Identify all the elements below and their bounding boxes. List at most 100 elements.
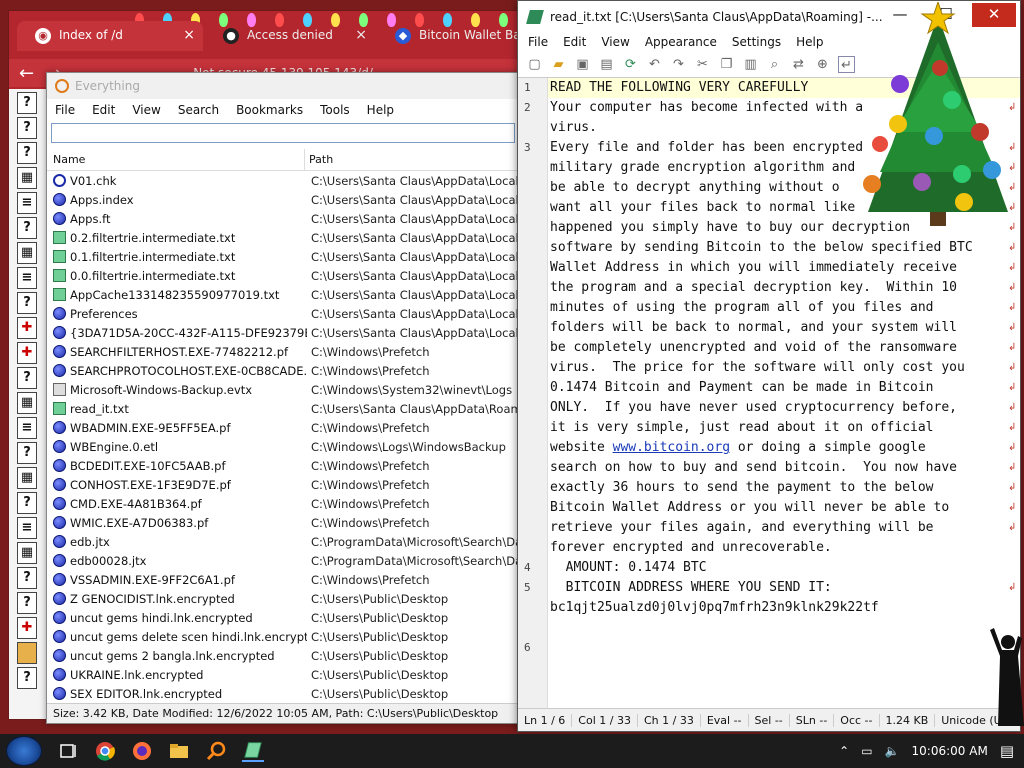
menu-help[interactable]: Help bbox=[796, 35, 823, 49]
file-row[interactable]: edb.jtx C:\ProgramData\Microsoft\Search\D… bbox=[47, 532, 519, 551]
network-icon[interactable]: ▭ bbox=[861, 744, 872, 758]
file-row[interactable]: 0.1.filtertrie.intermediate.txt C:\Users\… bbox=[47, 247, 519, 266]
tab-access-denied[interactable]: ● Access denied × bbox=[205, 21, 375, 51]
unknown-file-icon[interactable]: ? bbox=[17, 92, 37, 114]
save-icon[interactable]: ▣ bbox=[574, 56, 591, 73]
menu-view[interactable]: View bbox=[601, 35, 629, 49]
new-file-icon[interactable]: ▢ bbox=[526, 56, 543, 73]
menu-file[interactable]: File bbox=[55, 103, 75, 117]
file-row[interactable]: {3DA71D5A-20CC-432F-A115-DFE92379E9... C:… bbox=[47, 323, 519, 342]
file-row[interactable]: WBEngine.0.etl C:\Windows\Logs\WindowsBac… bbox=[47, 437, 519, 456]
tab-bitcoin-wallet[interactable]: ◆ Bitcoin Wallet Balan bbox=[377, 21, 527, 51]
file-row[interactable]: read_it.txt C:\Users\Santa Claus\AppData\… bbox=[47, 399, 519, 418]
menu-bookmarks[interactable]: Bookmarks bbox=[236, 103, 303, 117]
cut-icon[interactable]: ✂ bbox=[694, 56, 711, 73]
text-file-icon[interactable]: ≡ bbox=[17, 192, 37, 214]
bitcoin-website-link[interactable]: www.bitcoin.org bbox=[613, 440, 730, 455]
menu-edit[interactable]: Edit bbox=[563, 35, 586, 49]
tab-close-icon[interactable]: × bbox=[355, 27, 367, 43]
paste-icon[interactable]: ▥ bbox=[742, 56, 759, 73]
binary-file-icon[interactable]: ▦ bbox=[17, 392, 37, 414]
menu-tools[interactable]: Tools bbox=[320, 103, 350, 117]
file-row[interactable]: uncut gems hindi.lnk.encrypted C:\Users\P… bbox=[47, 608, 519, 627]
replace-icon[interactable]: ⇄ bbox=[790, 56, 807, 73]
binary-file-icon[interactable]: ▦ bbox=[17, 542, 37, 564]
unknown-file-icon[interactable]: ? bbox=[17, 142, 37, 164]
file-row[interactable]: UKRAINE.lnk.encrypted C:\Users\Public\Des… bbox=[47, 665, 519, 684]
folder-icon[interactable] bbox=[17, 642, 37, 664]
find-icon[interactable]: ⌕ bbox=[766, 56, 783, 73]
file-row[interactable]: SEARCHFILTERHOST.EXE-77482212.pf C:\Windo… bbox=[47, 342, 519, 361]
notepad3-icon[interactable] bbox=[242, 740, 264, 762]
clock[interactable]: 10:06:00 AM bbox=[912, 744, 988, 758]
file-row[interactable]: AppCache133148235590977019.txt C:\Users\S… bbox=[47, 285, 519, 304]
executable-icon[interactable]: ✚ bbox=[17, 342, 37, 364]
text-file-icon[interactable]: ≡ bbox=[17, 417, 37, 439]
binary-file-icon[interactable]: ▦ bbox=[17, 467, 37, 489]
executable-icon[interactable]: ✚ bbox=[17, 317, 37, 339]
reload-icon[interactable]: ⟳ bbox=[622, 56, 639, 73]
file-row[interactable]: Preferences C:\Users\Santa Claus\AppData\… bbox=[47, 304, 519, 323]
file-row[interactable]: Apps.index C:\Users\Santa Claus\AppData\L… bbox=[47, 190, 519, 209]
chrome-icon[interactable] bbox=[94, 740, 116, 762]
back-arrow-icon[interactable]: ← bbox=[19, 63, 34, 84]
file-row[interactable]: WMIC.EXE-A7D06383.pf C:\Windows\Prefetch bbox=[47, 513, 519, 532]
column-name-header[interactable]: Name bbox=[47, 149, 305, 170]
file-row[interactable]: uncut gems delete scen hindi.lnk.encrypt… bbox=[47, 627, 519, 646]
word-wrap-icon[interactable]: ↵ bbox=[838, 56, 855, 73]
file-row[interactable]: CONHOST.EXE-1F3E9D7E.pf C:\Windows\Prefet… bbox=[47, 475, 519, 494]
task-view-icon[interactable] bbox=[57, 740, 79, 762]
undo-icon[interactable]: ↶ bbox=[646, 56, 663, 73]
unknown-file-icon[interactable]: ? bbox=[17, 367, 37, 389]
file-row[interactable]: Z GENOCIDIST.lnk.encrypted C:\Users\Publi… bbox=[47, 589, 519, 608]
menu-view[interactable]: View bbox=[132, 103, 160, 117]
start-orb-icon[interactable] bbox=[6, 736, 42, 766]
file-row[interactable]: WBADMIN.EXE-9E5FF5EA.pf C:\Windows\Prefet… bbox=[47, 418, 519, 437]
file-row[interactable]: SEARCHPROTOCOLHOST.EXE-0CB8CADE.pf C:\Win… bbox=[47, 361, 519, 380]
menu-help[interactable]: Help bbox=[367, 103, 394, 117]
copy-icon[interactable]: ❐ bbox=[718, 56, 735, 73]
executable-icon[interactable]: ✚ bbox=[17, 617, 37, 639]
file-row[interactable]: Microsoft-Windows-Backup.evtx C:\Windows\… bbox=[47, 380, 519, 399]
file-row[interactable]: SEX EDITOR.lnk.encrypted C:\Users\Public\… bbox=[47, 684, 519, 703]
firefox-icon[interactable] bbox=[131, 740, 153, 762]
tab-close-icon[interactable]: × bbox=[183, 27, 195, 43]
file-row[interactable]: uncut gems 2 bangla.lnk.encrypted C:\User… bbox=[47, 646, 519, 665]
file-row[interactable]: V01.chk C:\Users\Santa Claus\AppData\Loca… bbox=[47, 171, 519, 190]
zoom-icon[interactable]: ⊕ bbox=[814, 56, 831, 73]
search-input[interactable] bbox=[51, 123, 515, 143]
unknown-file-icon[interactable]: ? bbox=[17, 292, 37, 314]
text-file-icon[interactable]: ≡ bbox=[17, 517, 37, 539]
file-row[interactable]: VSSADMIN.EXE-9FF2C6A1.pf C:\Windows\Prefe… bbox=[47, 570, 519, 589]
file-row[interactable]: Apps.ft C:\Users\Santa Claus\AppData\Loca… bbox=[47, 209, 519, 228]
save-as-icon[interactable]: ▤ bbox=[598, 56, 615, 73]
text-file-icon[interactable]: ≡ bbox=[17, 267, 37, 289]
file-row[interactable]: 0.0.filtertrie.intermediate.txt C:\Users\… bbox=[47, 266, 519, 285]
unknown-file-icon[interactable]: ? bbox=[17, 592, 37, 614]
menu-search[interactable]: Search bbox=[178, 103, 219, 117]
unknown-file-icon[interactable]: ? bbox=[17, 567, 37, 589]
file-row[interactable]: BCDEDIT.EXE-10FC5AAB.pf C:\Windows\Prefet… bbox=[47, 456, 519, 475]
file-row[interactable]: CMD.EXE-4A81B364.pf C:\Windows\Prefetch bbox=[47, 494, 519, 513]
unknown-file-icon[interactable]: ? bbox=[17, 492, 37, 514]
binary-file-icon[interactable]: ▦ bbox=[17, 242, 37, 264]
open-folder-icon[interactable]: ▰ bbox=[550, 56, 567, 73]
menu-file[interactable]: File bbox=[528, 35, 548, 49]
notification-icon[interactable]: ▤ bbox=[1000, 742, 1014, 760]
column-path-header[interactable]: Path bbox=[305, 153, 333, 166]
redo-icon[interactable]: ↷ bbox=[670, 56, 687, 73]
volume-icon[interactable]: 🔈 bbox=[885, 744, 900, 758]
file-row[interactable]: 0.2.filtertrie.intermediate.txt C:\Users\… bbox=[47, 228, 519, 247]
file-explorer-icon[interactable] bbox=[168, 740, 190, 762]
file-row[interactable]: edb00028.jtx C:\ProgramData\Microsoft\Sea… bbox=[47, 551, 519, 570]
menu-edit[interactable]: Edit bbox=[92, 103, 115, 117]
unknown-file-icon[interactable]: ? bbox=[17, 667, 37, 689]
tab-index-of-d[interactable]: ◉ Index of /d × bbox=[17, 21, 203, 51]
binary-file-icon[interactable]: ▦ bbox=[17, 167, 37, 189]
unknown-file-icon[interactable]: ? bbox=[17, 217, 37, 239]
unknown-file-icon[interactable]: ? bbox=[17, 117, 37, 139]
unknown-file-icon[interactable]: ? bbox=[17, 442, 37, 464]
everything-search-icon[interactable] bbox=[205, 740, 227, 762]
menu-settings[interactable]: Settings bbox=[732, 35, 781, 49]
menu-appearance[interactable]: Appearance bbox=[645, 35, 717, 49]
